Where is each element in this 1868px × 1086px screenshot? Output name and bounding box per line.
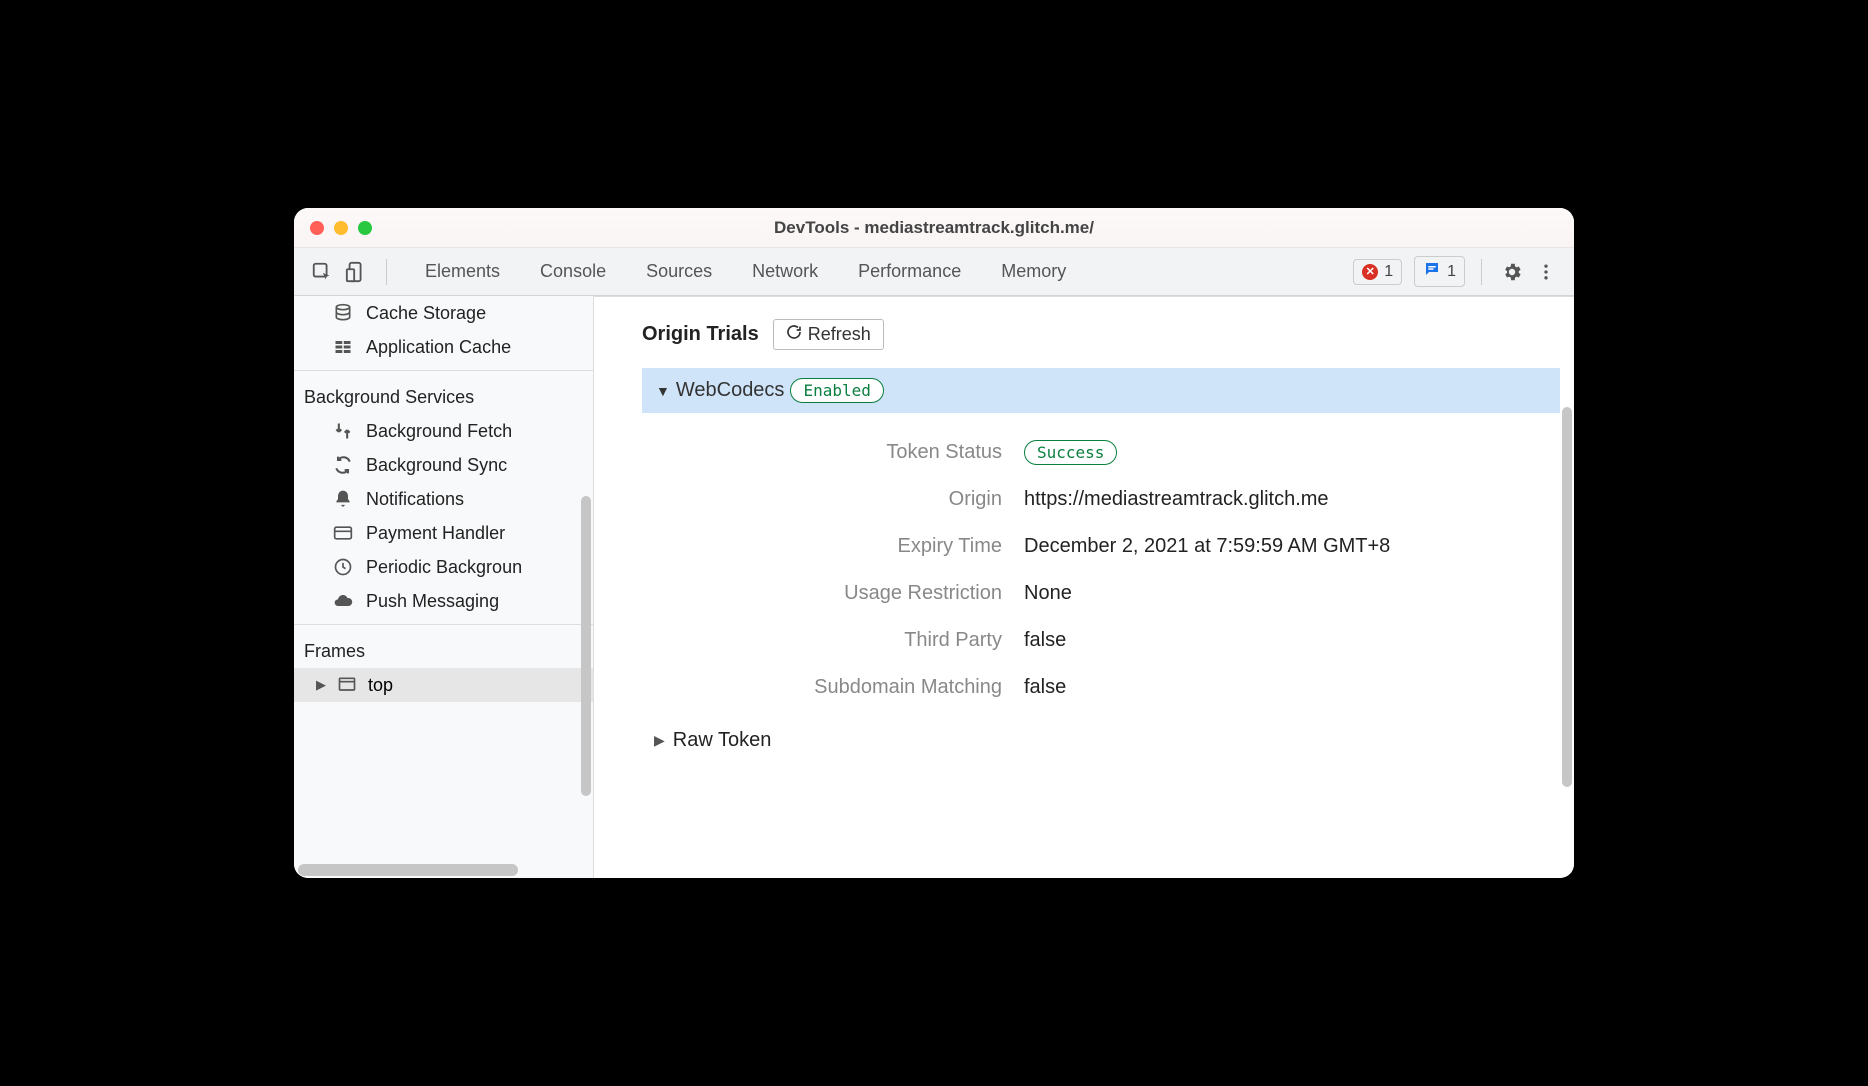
frame-icon: [336, 674, 358, 696]
sidebar-item-label: Periodic Backgroun: [366, 557, 522, 578]
raw-token-row[interactable]: ▶ Raw Token: [654, 729, 1574, 752]
triangle-right-icon: ▶: [654, 732, 665, 749]
sidebar-item-label: Background Fetch: [366, 421, 512, 442]
message-icon: [1423, 260, 1441, 283]
sidebar-item-label: Push Messaging: [366, 591, 499, 612]
content-area: Cache Storage Application Cache Backgrou…: [294, 296, 1574, 878]
usage-value: None: [1014, 582, 1574, 605]
database-icon: [332, 302, 354, 324]
triangle-down-icon: ▼: [656, 383, 670, 399]
maximize-window-button[interactable]: [358, 221, 372, 235]
third-party-value: false: [1014, 629, 1574, 652]
refresh-button[interactable]: Refresh: [773, 319, 884, 350]
sidebar-item-label: Notifications: [366, 489, 464, 510]
subdomain-value: false: [1014, 676, 1574, 699]
devtools-window: DevTools - mediastreamtrack.glitch.me/ E…: [294, 208, 1574, 878]
sidebar-item-push[interactable]: Push Messaging: [294, 584, 593, 618]
expiry-value: December 2, 2021 at 7:59:59 AM GMT+8: [1014, 535, 1574, 558]
trial-name: WebCodecs: [676, 379, 785, 402]
subdomain-label: Subdomain Matching: [702, 676, 1002, 699]
panel-title: Origin Trials: [642, 323, 759, 346]
trial-details: Token Status Success Origin https://medi…: [702, 441, 1574, 699]
sidebar-item-payment[interactable]: Payment Handler: [294, 516, 593, 550]
grid-icon: [332, 336, 354, 358]
inspect-element-icon[interactable]: [308, 258, 336, 286]
toolbar-divider: [386, 259, 387, 285]
devtools-toolbar: Elements Console Sources Network Perform…: [294, 248, 1574, 296]
tab-console[interactable]: Console: [520, 249, 626, 294]
sidebar-scrollbar-vertical[interactable]: [581, 496, 591, 796]
sidebar-item-bg-sync[interactable]: Background Sync: [294, 448, 593, 482]
tab-elements[interactable]: Elements: [405, 249, 520, 294]
expand-arrow-icon: ▶: [316, 677, 326, 693]
main-panel: Origin Trials Refresh ▼ WebCodecs Enable…: [594, 296, 1574, 878]
sidebar-item-frame-top[interactable]: ▶ top: [294, 668, 593, 702]
sidebar-item-app-cache[interactable]: Application Cache: [294, 330, 593, 364]
third-party-label: Third Party: [702, 629, 1002, 652]
usage-label: Usage Restriction: [702, 582, 1002, 605]
tab-performance[interactable]: Performance: [838, 249, 981, 294]
token-status-label: Token Status: [702, 441, 1002, 464]
devtools-tabs: Elements Console Sources Network Perform…: [405, 249, 1086, 294]
bell-icon: [332, 488, 354, 510]
sidebar-item-label: Payment Handler: [366, 523, 505, 544]
clock-icon: [332, 556, 354, 578]
cloud-icon: [332, 590, 354, 612]
frame-name: top: [368, 675, 393, 696]
main-header: Origin Trials Refresh: [642, 319, 1574, 368]
raw-token-label: Raw Token: [673, 729, 772, 752]
origin-value: https://mediastreamtrack.glitch.me: [1014, 488, 1574, 511]
sidebar-item-label: Background Sync: [366, 455, 507, 476]
sidebar-section-background: Background Services: [294, 370, 593, 414]
origin-trial-row[interactable]: ▼ WebCodecs Enabled: [642, 368, 1560, 413]
error-count: 1: [1384, 263, 1393, 281]
traffic-lights: [310, 221, 372, 235]
refresh-label: Refresh: [808, 324, 871, 345]
origin-label: Origin: [702, 488, 1002, 511]
token-status-badge: Success: [1024, 440, 1117, 465]
refresh-icon: [786, 324, 802, 345]
device-toggle-icon[interactable]: [342, 258, 370, 286]
sidebar-item-notifications[interactable]: Notifications: [294, 482, 593, 516]
error-count-badge[interactable]: ✕ 1: [1353, 259, 1402, 285]
expiry-label: Expiry Time: [702, 535, 1002, 558]
sidebar-item-cache-storage[interactable]: Cache Storage: [294, 296, 593, 330]
error-icon: ✕: [1362, 264, 1378, 280]
main-scrollbar-vertical[interactable]: [1562, 407, 1572, 787]
sidebar-item-label: Application Cache: [366, 337, 511, 358]
close-window-button[interactable]: [310, 221, 324, 235]
message-count-badge[interactable]: 1: [1414, 256, 1465, 287]
application-sidebar: Cache Storage Application Cache Backgrou…: [294, 296, 594, 878]
minimize-window-button[interactable]: [334, 221, 348, 235]
sync-icon: [332, 454, 354, 476]
kebab-menu-icon[interactable]: [1532, 258, 1560, 286]
tab-memory[interactable]: Memory: [981, 249, 1086, 294]
toolbar-divider: [1481, 259, 1482, 285]
message-count: 1: [1447, 263, 1456, 281]
window-title: DevTools - mediastreamtrack.glitch.me/: [774, 218, 1094, 238]
sidebar-scrollbar-horizontal[interactable]: [298, 864, 593, 876]
trial-status-badge: Enabled: [790, 378, 883, 403]
sidebar-item-label: Cache Storage: [366, 303, 486, 324]
window-titlebar: DevTools - mediastreamtrack.glitch.me/: [294, 208, 1574, 248]
fetch-icon: [332, 420, 354, 442]
sidebar-item-periodic-sync[interactable]: Periodic Backgroun: [294, 550, 593, 584]
sidebar-section-frames: Frames: [294, 624, 593, 668]
tab-sources[interactable]: Sources: [626, 249, 732, 294]
gear-icon[interactable]: [1498, 258, 1526, 286]
card-icon: [332, 522, 354, 544]
tab-network[interactable]: Network: [732, 249, 838, 294]
sidebar-item-bg-fetch[interactable]: Background Fetch: [294, 414, 593, 448]
